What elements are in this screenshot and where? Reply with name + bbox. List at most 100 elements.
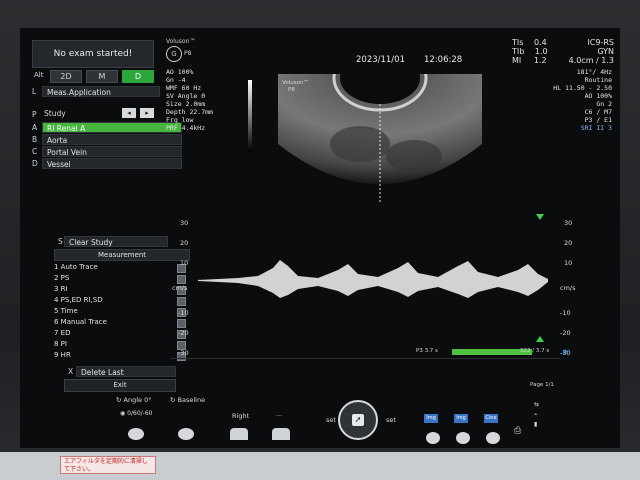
measurement-item-label: 7 ED <box>54 329 71 337</box>
measurement-item-manual-trace[interactable]: 6 Manual Trace <box>54 318 188 328</box>
preset-label: GYN <box>597 47 614 56</box>
clear-study-button[interactable]: Clear Study <box>64 236 168 247</box>
param-gain-2d: Gn 2 <box>596 100 612 108</box>
printer-icon[interactable]: ⎙ <box>514 426 528 440</box>
unit-label-right: cm/s <box>560 284 576 292</box>
mi-label: MI <box>512 56 522 65</box>
image-icon: Img <box>424 414 438 423</box>
doppler-spectrum <box>198 260 548 298</box>
grayscale-bar <box>248 80 252 152</box>
study-key: P <box>32 110 37 119</box>
more-label: ... <box>276 410 283 418</box>
measurement-item-label: 9 HR <box>54 351 71 359</box>
param-angle-rate: 181°/ 4Hz <box>576 68 612 76</box>
more-key-button[interactable] <box>272 428 290 440</box>
param-wmf: WMF 60 Hz <box>166 84 202 92</box>
measurement-item-ps[interactable]: 2 PS <box>54 274 188 284</box>
ultrasound-screen: Voluson™ G P8 2023/11/01 12:06:28 TIs 0.… <box>20 28 620 448</box>
delete-last-button[interactable]: Delete Last <box>76 366 176 377</box>
param-ao: AO 100% <box>166 68 194 76</box>
image-probe-label: P8 <box>288 87 295 93</box>
sweep-time-right: 922 / 3.7 s <box>520 348 550 354</box>
sweep-time-left: P3 3.7 s <box>416 348 438 354</box>
exit-button[interactable]: Exit <box>64 379 176 392</box>
rotate-icon: ↻ <box>116 396 122 404</box>
tick-label: 20 <box>180 239 189 247</box>
rotate-icon: ↻ <box>170 396 176 404</box>
measurement-item-label: 1 Auto Trace <box>54 263 98 271</box>
brand-logo-text: Voluson™ <box>166 38 196 45</box>
baseline-knob[interactable] <box>178 428 194 440</box>
measurement-item-label: 8 PI <box>54 340 67 348</box>
study-item-vessel[interactable]: Vessel <box>42 158 182 169</box>
mode-2d-button[interactable]: 2D <box>50 70 82 83</box>
tick-label: 10 <box>564 259 573 267</box>
tis-label: TIs <box>512 38 524 47</box>
set-right-label: set <box>386 416 396 424</box>
meas-application-button[interactable]: Meas.Application <box>42 86 160 97</box>
trackball-control[interactable]: ➚ <box>338 400 378 440</box>
img-key-1[interactable] <box>426 432 440 444</box>
measurement-item-pi[interactable]: 8 PI <box>54 340 188 350</box>
param-routine: Routine <box>584 76 612 84</box>
measurement-item-label: 2 PS <box>54 274 70 282</box>
unit-label-left: cm/s <box>172 284 188 292</box>
measurement-item-ed[interactable]: 7 ED <box>54 329 188 339</box>
set-left-label: set <box>326 416 336 424</box>
measurement-item-time[interactable]: 5 Time <box>54 307 188 317</box>
image-icon: Img <box>454 414 468 423</box>
doppler-scale-left-neg: -10 -20 -30 <box>178 308 189 358</box>
study-item-portal-vein[interactable]: Portal Vein <box>42 146 182 157</box>
param-ao-2d: AO 100% <box>584 92 612 100</box>
angle-label: Angle 0° <box>123 396 152 404</box>
tick-label: -30 <box>178 349 189 357</box>
tick-label: -20 <box>560 329 571 337</box>
probe-label: P8 <box>184 50 192 57</box>
tib-label: TIb <box>512 47 525 56</box>
b-mode-image <box>278 74 482 204</box>
doppler-scale-left: 30 20 10 <box>180 218 188 268</box>
doppler-params: AO 100% Gn -4 WMF 60 Hz SV Angle 0 Size … <box>166 68 213 132</box>
right-key-button[interactable] <box>230 428 248 440</box>
study-item-aorta[interactable]: Aorta <box>42 134 182 145</box>
clear-study-key: S <box>58 237 63 246</box>
mode-m-button[interactable]: M <box>86 70 118 83</box>
param-depth: Depth 22.7mm <box>166 108 213 116</box>
probe-model: IC9-RS <box>587 38 614 47</box>
measurement-item-ri[interactable]: 3 RI <box>54 285 188 295</box>
study-item-ri-renal-a[interactable]: RI Renal A <box>42 122 182 133</box>
cine-key[interactable] <box>486 432 500 444</box>
param-sri: SRI II 3 <box>580 124 612 132</box>
study-item-c-key: C <box>32 147 38 156</box>
study-next-button[interactable]: ▸ <box>140 108 154 118</box>
param-prf: PRF 4.4kHz <box>166 124 206 132</box>
angle-values: ◉ 0/60/-60 <box>120 410 152 417</box>
baseline-control-label: ↻ Baseline <box>170 396 205 404</box>
angle-knob[interactable] <box>128 428 144 440</box>
mode-d-button[interactable]: D <box>122 70 154 83</box>
thumbnail-strip <box>170 358 560 387</box>
measurement-item-auto-trace[interactable]: 1 Auto Trace <box>54 263 188 273</box>
exam-status-box: No exam started! <box>32 40 154 68</box>
cursor-icon: ➚ <box>352 414 364 426</box>
snowflake-icon: ❄ <box>562 348 569 357</box>
measurement-item-ps-ed-ri-sd[interactable]: 4 PS,ED RI,SD <box>54 296 188 306</box>
tib-value: 1.0 <box>534 47 548 56</box>
usb-icon: ⇆ <box>534 401 540 408</box>
param-gain: Gn -4 <box>166 76 186 84</box>
param-pe: P3 / E1 <box>584 116 612 124</box>
param-cm: C6 / M7 <box>584 108 612 116</box>
baseline-label: Baseline <box>177 396 206 404</box>
img-key-2[interactable] <box>456 432 470 444</box>
tick-label: 30 <box>180 219 189 227</box>
study-item-d-key: D <box>32 159 38 168</box>
measurement-title: Measurement <box>54 249 190 261</box>
study-prev-button[interactable]: ◂ <box>122 108 136 118</box>
cine-icon: Cine <box>484 414 498 423</box>
checkbox-icon <box>177 297 186 306</box>
param-sv-angle: SV Angle 0 <box>166 92 206 100</box>
param-hl: HL 11.50 - 2.50 <box>553 84 612 92</box>
measurement-item-label: 4 PS,ED RI,SD <box>54 296 103 304</box>
baseline-marker-icon <box>536 214 544 220</box>
measurement-item-hr[interactable]: 9 HR <box>54 351 188 361</box>
